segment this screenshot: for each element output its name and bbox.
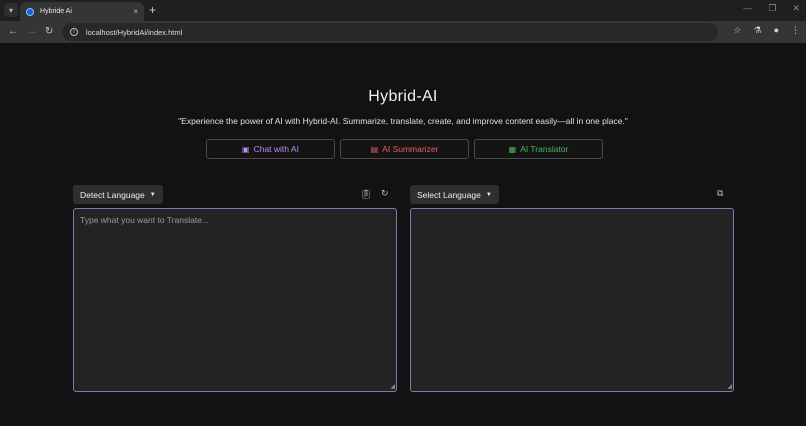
caret-down-icon: ▼ (485, 191, 492, 198)
toolbar-icons: ☆ ⚗ ● ⋮ (733, 25, 800, 36)
resize-grip-icon[interactable]: ◢ (727, 383, 732, 390)
ai-translator-label: AI Translator (520, 144, 569, 154)
chat-with-ai-button[interactable]: ▣ Chat with AI (206, 139, 335, 159)
browser-tab[interactable]: Hybride Ai × (20, 2, 144, 21)
bookmark-star-icon[interactable]: ☆ (733, 25, 741, 36)
url-text[interactable]: localhost/HybridAi/index.html (86, 28, 182, 37)
caret-down-icon: ▼ (149, 191, 156, 198)
reload-icon[interactable]: ↻ (45, 26, 53, 38)
ai-translator-button[interactable]: ▦ AI Translator (474, 139, 603, 159)
reset-icon[interactable]: ↻ (381, 188, 389, 199)
select-language-dropdown[interactable]: Select Language ▼ (410, 185, 499, 204)
detect-language-dropdown[interactable]: Detect Language ▼ (73, 185, 163, 204)
favicon-icon (26, 7, 34, 16)
source-text-input[interactable] (74, 209, 396, 391)
new-tab-button[interactable]: + (149, 3, 156, 17)
address-toolbar: ← → ↻ i localhost/HybridAi/index.html ☆ … (0, 21, 806, 43)
mode-buttons: ▣ Chat with AI ▤ AI Summarizer ▦ AI Tran… (206, 139, 603, 159)
summarizer-icon: ▤ (370, 144, 379, 154)
back-icon[interactable]: ← (8, 26, 18, 38)
tab-close-icon[interactable]: × (133, 7, 138, 16)
resize-grip-icon[interactable]: ◢ (390, 383, 395, 390)
profile-icon[interactable]: ● (774, 25, 779, 36)
chat-with-ai-label: Chat with AI (253, 144, 299, 154)
site-info-icon[interactable]: i (70, 28, 78, 36)
tab-title: Hybride Ai (40, 8, 72, 15)
window-controls: — ❐ ✕ (743, 3, 800, 14)
detect-language-label: Detect Language (80, 189, 145, 200)
target-text-box: ◢ (410, 208, 734, 392)
browser-tab-strip: ▾ Hybride Ai × + — ❐ ✕ (0, 0, 806, 21)
address-bar[interactable]: i localhost/HybridAi/index.html (62, 23, 718, 41)
copy-icon[interactable]: ⧉ (717, 188, 723, 199)
translation-output[interactable] (411, 209, 733, 391)
paste-clipboard-icon[interactable]: 📋︎ (360, 189, 371, 200)
page-tagline: "Experience the power of AI with Hybrid-… (178, 116, 628, 126)
minimize-icon[interactable]: — (743, 3, 752, 14)
restore-icon[interactable]: ❐ (768, 3, 776, 14)
ai-summarizer-label: AI Summarizer (382, 144, 439, 154)
select-language-label: Select Language (417, 189, 481, 200)
page-title: Hybrid-AI (368, 88, 438, 105)
ai-summarizer-button[interactable]: ▤ AI Summarizer (340, 139, 469, 159)
robot-icon: ▣ (242, 144, 250, 154)
close-window-icon[interactable]: ✕ (792, 3, 800, 14)
translate-icon: ▦ (508, 144, 517, 154)
forward-icon[interactable]: → (27, 26, 37, 38)
page-content: Hybrid-AI "Experience the power of AI wi… (0, 43, 806, 426)
labs-flask-icon[interactable]: ⚗ (753, 25, 761, 36)
tab-search-icon[interactable]: ▾ (4, 3, 18, 17)
source-text-box: ◢ (73, 208, 397, 392)
menu-kebab-icon[interactable]: ⋮ (791, 25, 800, 36)
